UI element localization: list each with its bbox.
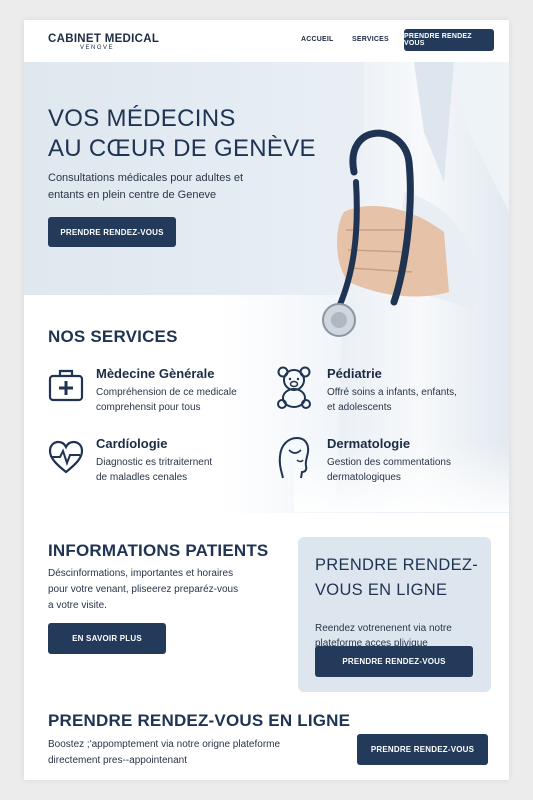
medical-kit-icon xyxy=(48,369,84,402)
service-desc-line: Gestion des commentations xyxy=(327,457,451,468)
services-heading: NOS SERVICES xyxy=(48,327,178,346)
hero-subtitle: Consultations médicales pour adultes et … xyxy=(48,172,244,201)
card-title-line: VOUS EN LIGNE xyxy=(315,581,448,599)
info-text-line: pour votre venant, pliseerez preparéz-vo… xyxy=(48,584,239,595)
logo-title: CABINET MEDICAL xyxy=(48,33,160,45)
service-desc-line: comprehensit pour tous xyxy=(96,402,201,413)
service-desc-line: et adolescents xyxy=(327,402,392,413)
service-desc-line: dermatologiques xyxy=(327,472,401,483)
card-appointment-button[interactable]: PRENDRE RENDEZ-VOUS xyxy=(315,646,473,677)
service-desc-general: Compréhension de ce medicale comprehensi… xyxy=(96,385,237,415)
heart-pulse-icon xyxy=(48,440,84,474)
card-title: PRENDRE RENDEZ- VOUS EN LIGNE xyxy=(315,553,485,603)
online-text: Boostez ;'appomptement via notre origne … xyxy=(48,737,280,769)
info-text-line: Déscinformations, importantes et horaire… xyxy=(48,568,234,579)
hero-title: VOS MÉDECINS AU CŒUR DE GENÈVE xyxy=(48,104,316,164)
teddy-bear-icon xyxy=(277,366,311,409)
nav-appointment-button[interactable]: PRENDRE RENDEZ VOUS xyxy=(404,29,494,51)
service-title-dermatologie: Dermatologie xyxy=(327,436,411,451)
info-text: Déscinformations, importantes et horaire… xyxy=(48,566,238,614)
info-heading: INFORMATIONS PATIENTS xyxy=(48,541,269,560)
service-title-general: Mèdecine Gènérale xyxy=(96,366,215,381)
top-nav: CABINET MEDICAL VENGVE ACCUEIL SERVICES … xyxy=(24,20,509,62)
service-desc-cardiologie: Diagnostic es tritraiternent de maladles… xyxy=(96,455,212,485)
learn-more-button[interactable]: EN SAVOIR PLUS xyxy=(48,623,166,654)
nav-link-accueil[interactable]: ACCUEIL xyxy=(301,36,334,43)
online-text-line: Boostez ;'appomptement via notre origne … xyxy=(48,739,281,750)
hero-title-line2: AU CŒUR DE GENÈVE xyxy=(48,135,316,162)
service-desc-line: de maladles cenales xyxy=(96,472,188,483)
service-desc-dermatologie: Gestion des commentations dermatologique… xyxy=(327,455,451,485)
online-appointment-button[interactable]: PRENDRE RENDEZ-VOUS xyxy=(357,734,488,765)
card-title-line: PRENDRE RENDEZ- xyxy=(315,556,479,574)
service-desc-pediatrie: Offré soins a infants, enfants, et adole… xyxy=(327,385,457,415)
service-title-cardiologie: Cardíologie xyxy=(96,436,168,451)
card-desc-line: Reendez votrenenent via notre xyxy=(315,623,452,634)
info-text-line: a votre visite. xyxy=(48,600,107,611)
hero-appointment-button[interactable]: PRENDRE RENDEZ-VOUS xyxy=(48,217,176,247)
online-booking-card: PRENDRE RENDEZ- VOUS EN LIGNE Reendez vo… xyxy=(298,537,491,692)
face-profile-icon xyxy=(278,436,310,479)
service-desc-line: Offré soins a infants, enfants, xyxy=(327,387,457,398)
logo-subtitle: VENGVE xyxy=(80,45,115,51)
hero-title-line1: VOS MÉDECINS xyxy=(48,105,236,132)
service-desc-line: Diagnostic es tritraiternent xyxy=(96,457,213,468)
service-title-pediatrie: Pédiatrie xyxy=(327,366,382,381)
service-desc-line: Compréhension de ce medicale xyxy=(96,387,237,398)
nav-link-services[interactable]: SERVICES xyxy=(352,36,389,43)
online-text-line: directement pres--appointenant xyxy=(48,755,187,766)
page: CABINET MEDICAL VENGVE ACCUEIL SERVICES … xyxy=(24,20,509,780)
online-heading: PRENDRE RENDEZ-VOUS EN LIGNE xyxy=(48,711,351,730)
